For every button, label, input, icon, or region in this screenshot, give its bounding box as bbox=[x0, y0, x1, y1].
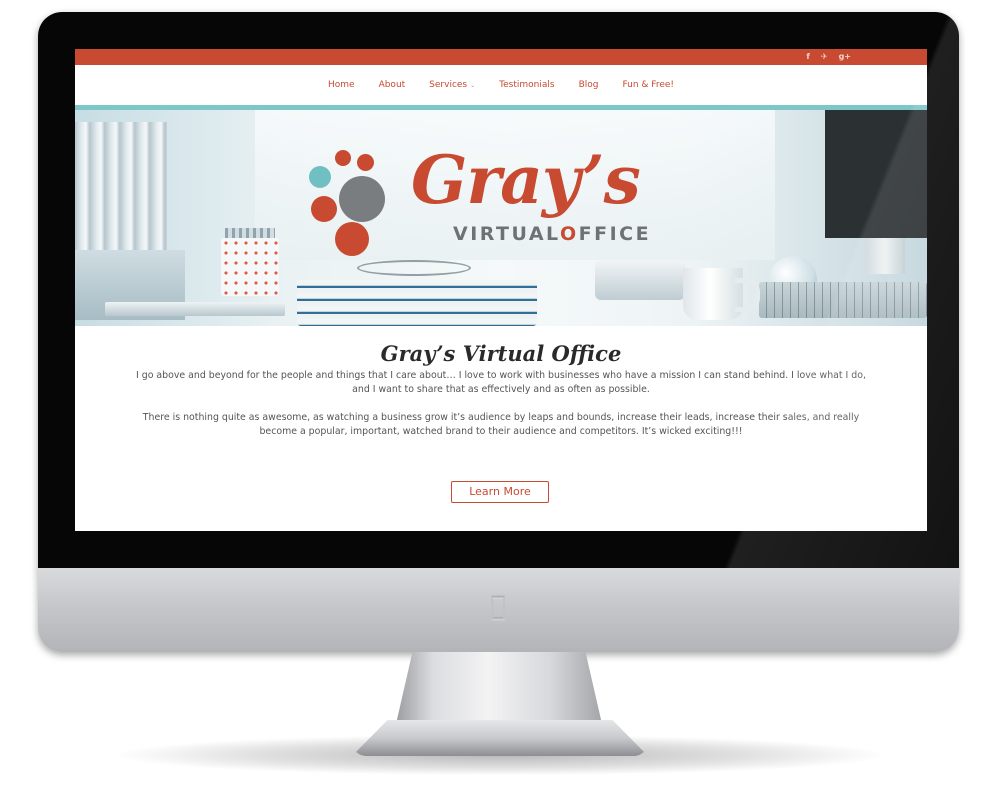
site-logo[interactable]: Gray’s VIRTUALOFFICE bbox=[309, 144, 699, 258]
logo-subtitle-o: O bbox=[560, 223, 579, 245]
nav-item-testimonials[interactable]: Testimonials bbox=[499, 80, 554, 90]
twitter-icon[interactable]: ✈ bbox=[821, 49, 828, 65]
social-icons: f ✈ g+ bbox=[806, 49, 851, 65]
logo-paw-pad bbox=[339, 176, 385, 222]
nav-item-label: Services bbox=[429, 80, 468, 90]
intro-paragraph-2: There is nothing quite as awesome, as wa… bbox=[142, 412, 860, 437]
nav-item-label: Testimonials bbox=[499, 80, 555, 90]
screen-bezel: f ✈ g+ Home About Services ⌄ Testimonials Blog F… bbox=[38, 12, 959, 568]
hero-mug-handle bbox=[735, 278, 760, 312]
apple-logo-icon:  bbox=[486, 592, 510, 622]
hero-monitor-stand bbox=[865, 238, 905, 274]
page-title: Gray’s Virtual Office bbox=[380, 341, 622, 366]
logo-subtitle-part: VIRTUAL bbox=[453, 223, 560, 245]
learn-more-button[interactable]: Learn More bbox=[451, 481, 549, 503]
logo-paw-dot bbox=[335, 222, 369, 256]
hero-phone bbox=[595, 260, 685, 300]
hero-pencil-cup bbox=[221, 238, 279, 296]
imac-monitor: f ✈ g+ Home About Services ⌄ Testimonials Blog F… bbox=[38, 12, 959, 652]
top-bar: f ✈ g+ bbox=[75, 49, 927, 65]
imac-chin:  bbox=[38, 568, 959, 652]
hero-binders bbox=[75, 122, 167, 252]
website-screen: f ✈ g+ Home About Services ⌄ Testimonials Blog F… bbox=[75, 49, 927, 531]
nav-item-services[interactable]: Services ⌄ bbox=[429, 80, 475, 90]
hero-books bbox=[297, 280, 537, 326]
chevron-down-icon: ⌄ bbox=[470, 82, 476, 89]
nav-item-label: Home bbox=[327, 80, 355, 90]
logo-paw-dot bbox=[309, 166, 331, 188]
nav-item-label: Fun & Free! bbox=[622, 80, 675, 90]
nav-item-label: About bbox=[378, 80, 406, 90]
nav-item-blog[interactable]: Blog bbox=[579, 80, 599, 90]
facebook-icon[interactable]: f bbox=[806, 49, 809, 65]
hero-banner: Gray’s VIRTUALOFFICE bbox=[75, 110, 927, 326]
hero-glasses bbox=[357, 260, 471, 276]
imac-stand-neck bbox=[396, 652, 602, 724]
nav-item-home[interactable]: Home bbox=[328, 80, 355, 90]
nav-item-label: Blog bbox=[578, 80, 599, 90]
logo-paw-dot bbox=[357, 154, 374, 171]
hero-monitor bbox=[825, 110, 927, 238]
hero-keyboard bbox=[759, 282, 927, 318]
logo-subtitle-part: FFICE bbox=[578, 223, 652, 245]
main-navigation: Home About Services ⌄ Testimonials Blog Fun & … bbox=[75, 65, 927, 105]
imac-stand-base bbox=[352, 720, 648, 756]
logo-wordmark: Gray’s bbox=[411, 141, 641, 219]
hero-tray bbox=[105, 302, 285, 316]
intro-paragraph: I go above and beyond for the people and… bbox=[136, 370, 866, 395]
logo-subtitle: VIRTUALOFFICE bbox=[453, 224, 651, 244]
logo-paw-dot bbox=[311, 196, 337, 222]
logo-paw-dot bbox=[335, 150, 351, 166]
google-plus-icon[interactable]: g+ bbox=[839, 49, 851, 65]
nav-item-fun-free[interactable]: Fun & Free! bbox=[622, 80, 674, 90]
nav-item-about[interactable]: About bbox=[379, 80, 406, 90]
hero-mug bbox=[683, 268, 743, 320]
